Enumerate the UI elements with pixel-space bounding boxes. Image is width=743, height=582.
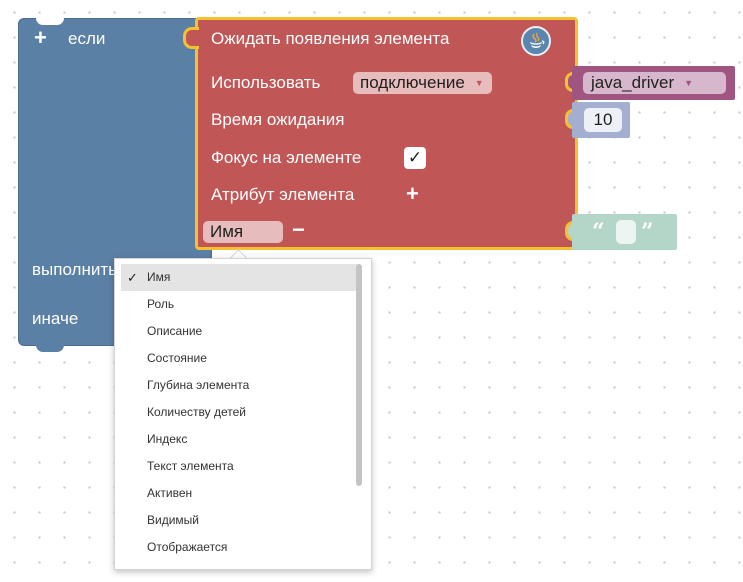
menu-item-visible[interactable]: Видимый bbox=[121, 507, 357, 534]
close-quote-icon: ” bbox=[641, 219, 654, 245]
focus-checkbox[interactable]: ✓ bbox=[404, 147, 426, 169]
if-block-bottom-connector bbox=[36, 345, 64, 352]
connection-dropdown-value: подключение bbox=[360, 73, 465, 92]
wait-for-element-block[interactable] bbox=[195, 17, 578, 250]
menu-item-enabled[interactable]: Активен bbox=[121, 480, 357, 507]
menu-item-state[interactable]: Состояние bbox=[121, 345, 357, 372]
menu-item-label: Видимый bbox=[147, 513, 199, 527]
do-label: выполнить bbox=[32, 260, 117, 279]
menu-item-child-count[interactable]: Количеству детей bbox=[121, 399, 357, 426]
attribute-label: Атрибут элемента bbox=[211, 185, 355, 204]
use-label: Использовать bbox=[211, 73, 321, 92]
menu-item-label: Имя bbox=[147, 270, 171, 284]
menu-item-label: Индекс bbox=[147, 432, 188, 446]
else-label: иначе bbox=[32, 309, 79, 328]
menu-item-label: Отображается bbox=[147, 540, 228, 554]
attribute-dropdown-value: Имя bbox=[210, 222, 244, 241]
menu-item-index[interactable]: Индекс bbox=[121, 426, 357, 453]
chevron-down-icon: ▼ bbox=[474, 78, 484, 88]
menu-item-displayed[interactable]: Отображается bbox=[121, 534, 357, 561]
if-block-top-notch bbox=[36, 18, 64, 25]
attribute-dropdown[interactable]: Имя bbox=[203, 221, 283, 243]
string-text-field[interactable] bbox=[616, 220, 636, 244]
wait-block-title: Ожидать появления элемента bbox=[211, 29, 450, 48]
menu-item-label: Описание bbox=[147, 324, 203, 338]
menu-item-element-text[interactable]: Текст элемента bbox=[121, 453, 357, 480]
menu-item-description[interactable]: Описание bbox=[121, 318, 357, 345]
menu-item-element-depth[interactable]: Глубина элемента bbox=[121, 372, 357, 399]
open-quote-icon: “ bbox=[592, 219, 605, 245]
attribute-dropdown-menu[interactable]: ✓ Имя Роль Описание Состояние Глубина эл… bbox=[114, 258, 372, 570]
menu-item-label: Роль bbox=[147, 297, 175, 311]
add-attribute-plus-icon[interactable]: + bbox=[406, 183, 419, 205]
menu-scrollbar[interactable] bbox=[356, 264, 362, 486]
wait-block-output-tab bbox=[183, 27, 199, 49]
menu-item-label: Активен bbox=[147, 486, 193, 500]
menu-item-name[interactable]: ✓ Имя bbox=[121, 264, 357, 291]
menu-item-role[interactable]: Роль bbox=[121, 291, 357, 318]
add-branch-plus-icon[interactable]: + bbox=[34, 27, 47, 49]
java-driver-dropdown[interactable]: java_driver ▼ bbox=[583, 72, 726, 94]
menu-item-label: Текст элемента bbox=[147, 459, 234, 473]
if-label: если bbox=[68, 29, 106, 48]
timeout-label: Время ожидания bbox=[211, 110, 345, 129]
check-icon: ✓ bbox=[127, 270, 138, 285]
timeout-number-field[interactable]: 10 bbox=[584, 108, 622, 132]
menu-item-label: Глубина элемента bbox=[147, 378, 250, 392]
menu-item-label: Состояние bbox=[147, 351, 207, 365]
focus-label: Фокус на элементе bbox=[211, 148, 362, 167]
java-driver-value: java_driver bbox=[591, 73, 675, 92]
menu-item-label: Количеству детей bbox=[147, 405, 246, 419]
remove-attribute-minus-icon[interactable]: − bbox=[292, 219, 305, 241]
connection-dropdown[interactable]: подключение ▼ bbox=[353, 72, 492, 94]
java-icon bbox=[521, 26, 551, 56]
chevron-down-icon: ▼ bbox=[684, 78, 694, 88]
